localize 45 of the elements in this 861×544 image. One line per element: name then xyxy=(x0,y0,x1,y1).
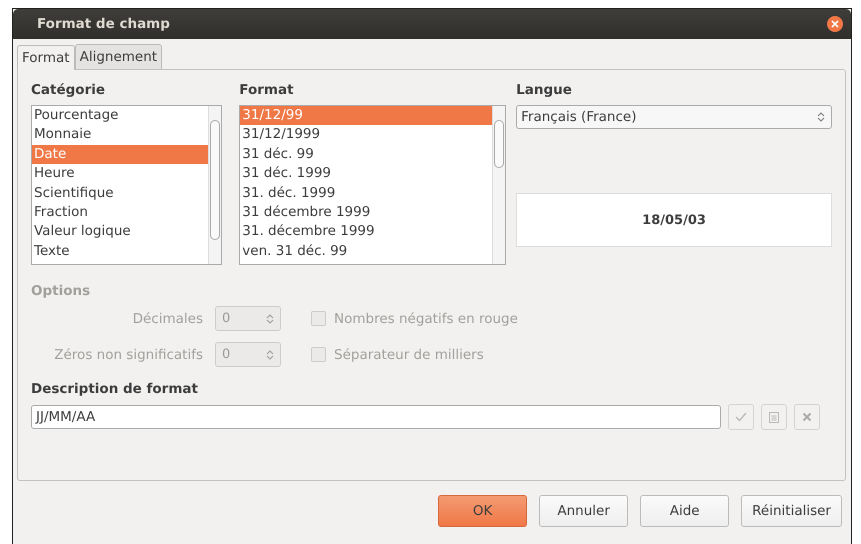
note-icon xyxy=(769,411,779,423)
section-heading: Langue xyxy=(516,82,572,98)
scrollbar[interactable] xyxy=(492,106,506,264)
list-item[interactable]: ven. 31 déc. 99 xyxy=(240,242,492,262)
list-item[interactable]: 31. déc. 1999 xyxy=(240,184,492,204)
section-heading: Options xyxy=(31,283,90,299)
tab[interactable]: Alignement xyxy=(74,44,162,69)
checkbox-label: Séparateur de milliers xyxy=(334,346,484,362)
section-heading: Format xyxy=(239,82,294,98)
list-item[interactable]: Heure xyxy=(32,164,208,184)
list-item[interactable]: 31 déc. 1999 xyxy=(240,164,492,184)
category-list[interactable]: Pourcentage Monnaie Date Heure Scientifique Fraction Valeur logique Texte xyxy=(31,105,222,265)
window-title: Format de champ xyxy=(37,16,170,32)
format-list[interactable]: 31/12/99 31/12/1999 31 déc. 99 31 déc. 1999 31. déc. 1999 31 décembre 1999 31. décembre 1999 ven. 31 déc. 99 xyxy=(239,105,506,265)
check-icon xyxy=(735,412,747,422)
list-item[interactable]: 31 déc. 99 xyxy=(240,144,492,164)
list-item[interactable]: Texte xyxy=(32,242,208,262)
checkbox-label: Nombres négatifs en rouge xyxy=(334,310,518,326)
spin-arrows-icon xyxy=(266,312,274,324)
close-icon xyxy=(830,19,840,29)
format-code-field[interactable]: JJ/MM/AA xyxy=(31,405,721,429)
scrollbar[interactable] xyxy=(208,106,222,264)
field-label: Zéros non significatifs xyxy=(53,346,204,362)
tab[interactable]: Format xyxy=(17,45,75,70)
list-item[interactable]: 31 décembre 1999 xyxy=(240,203,492,222)
section-heading: Description de format xyxy=(31,381,198,397)
language-dropdown[interactable]: Français (France) xyxy=(516,105,832,129)
field-label: Décimales xyxy=(132,310,204,326)
dialog-button[interactable]: Aide xyxy=(640,495,730,527)
dialog-button[interactable]: Annuler xyxy=(539,495,628,527)
section-heading: Catégorie xyxy=(31,82,106,98)
spin-arrows-icon xyxy=(817,111,825,123)
dialog-button[interactable]: Réinitialiser xyxy=(741,495,842,527)
spin-arrows-icon xyxy=(266,348,274,360)
dialog-button[interactable]: OK xyxy=(438,495,528,527)
close-button[interactable] xyxy=(827,16,843,32)
list-item[interactable]: Valeur logique xyxy=(32,222,208,242)
preview-text: 18/05/03 xyxy=(642,212,706,228)
list-item[interactable]: Fraction xyxy=(32,203,208,222)
list-item[interactable]: Monnaie xyxy=(32,125,208,145)
close-icon xyxy=(802,412,812,422)
list-item[interactable]: 31. décembre 1999 xyxy=(240,222,492,242)
list-item[interactable]: Pourcentage xyxy=(32,106,208,126)
list-item[interactable]: 31/12/1999 xyxy=(240,125,492,145)
list-item[interactable]: Scientifique xyxy=(32,184,208,204)
